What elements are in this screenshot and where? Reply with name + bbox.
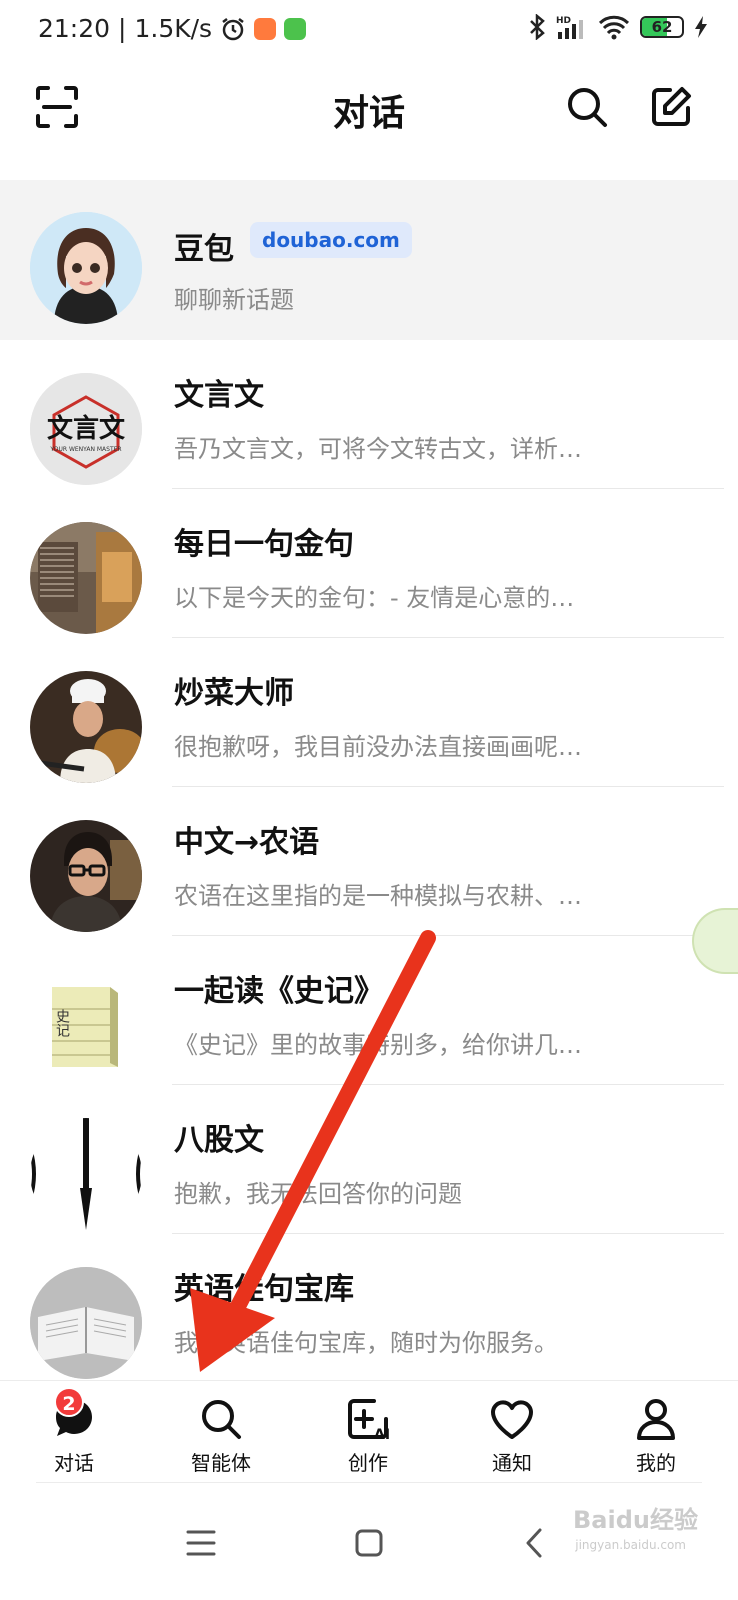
compose-icon[interactable] xyxy=(648,84,694,130)
chat-name: 英语佳句宝库 xyxy=(174,1272,354,1307)
status-right: HD 62 xyxy=(528,14,708,40)
status-separator: | xyxy=(118,14,127,43)
avatar xyxy=(30,1267,142,1379)
profile-icon xyxy=(637,1399,675,1440)
nav-label: 我的 xyxy=(636,1451,676,1475)
avatar: 史记 xyxy=(30,969,142,1081)
chat-preview: 聊聊新话题 xyxy=(174,286,294,314)
chat-preview: 吾乃文言文，可将今文转古文，详析… xyxy=(174,435,582,463)
back-icon[interactable] xyxy=(510,1518,560,1568)
create-ai-icon: AI xyxy=(348,1399,390,1443)
nav-item-me[interactable]: 我的 xyxy=(606,1395,706,1476)
charging-icon xyxy=(695,16,707,38)
nav-item-agents[interactable]: 智能体 xyxy=(171,1395,271,1476)
menu-icon[interactable] xyxy=(176,1518,226,1568)
nav-label: 创作 xyxy=(348,1451,388,1475)
wenyan-logo-text: 文言文 xyxy=(47,413,126,444)
shopping-app-icon xyxy=(254,17,277,40)
nav-item-create[interactable]: AI 创作 xyxy=(318,1395,418,1476)
status-time: 21:20 xyxy=(38,14,111,43)
chat-item-farm-lang[interactable]: 中文→农语 农语在这里指的是一种模拟与农耕、… xyxy=(0,787,738,936)
chat-item-wenyanwen[interactable]: 文言文 YOUR WENYAN MASTER 文言文 吾乃文言文，可将今文转古文… xyxy=(0,340,738,489)
page-title: 对话 xyxy=(332,93,405,134)
chat-preview: 农语在这里指的是一种模拟与农耕、… xyxy=(174,882,582,910)
chat-list: 豆包 doubao.com 聊聊新话题 文言文 YOUR WENYAN MAST… xyxy=(0,180,738,1383)
chat-item-daily-quote[interactable]: 每日一句金句 以下是今天的金句：- 友情是心意的… xyxy=(0,489,738,638)
avatar-girl-image xyxy=(30,212,142,324)
bluetooth-icon xyxy=(530,14,545,40)
chat-preview: 《史记》里的故事特别多，给你讲几… xyxy=(174,1031,582,1059)
library-scene-image xyxy=(30,522,142,634)
avatar xyxy=(30,1118,142,1230)
chat-name: 八股文 xyxy=(174,1123,264,1158)
avatar xyxy=(30,212,142,324)
chat-name: 每日一句金句 xyxy=(174,527,354,562)
system-nav-divider xyxy=(36,1482,702,1483)
chat-preview: 很抱歉呀，我目前没办法直接画画呢… xyxy=(174,733,582,761)
avatar: 文言文 YOUR WENYAN MASTER xyxy=(30,373,142,485)
alarm-icon xyxy=(222,17,244,40)
book-stack-image: 史记 xyxy=(30,969,142,1081)
nav-label: 对话 xyxy=(54,1451,94,1475)
wenyan-logo-subtext: YOUR WENYAN MASTER xyxy=(49,446,121,453)
search-icon xyxy=(202,1400,241,1439)
chat-preview: 抱歉，我无法回答你的问题 xyxy=(174,1180,462,1208)
battery-indicator: 62 xyxy=(640,16,684,38)
chat-name: 炒菜大师 xyxy=(174,676,294,711)
chat-item-baguwen[interactable]: 八股文 抱歉，我无法回答你的问题 xyxy=(0,1085,738,1234)
chef-image xyxy=(30,671,142,783)
chat-preview: 我是英语佳句宝库，随时为你服务。 xyxy=(174,1329,558,1357)
nav-label: 通知 xyxy=(492,1451,532,1475)
status-network-speed: 1.5K/s xyxy=(134,14,213,43)
domain-tag: doubao.com xyxy=(250,222,412,258)
nav-label: 智能体 xyxy=(191,1451,251,1475)
brush-pen-image xyxy=(30,1118,142,1230)
chat-name: 豆包 xyxy=(174,232,234,267)
wifi-icon xyxy=(598,15,630,40)
chat-name: 中文→农语 xyxy=(174,825,320,860)
chat-item-chef[interactable]: 炒菜大师 很抱歉呀，我目前没办法直接画画呢… xyxy=(0,638,738,787)
bottom-nav: 2 对话 智能体 AI 创作 通知 我的 xyxy=(0,1380,738,1482)
avatar xyxy=(30,522,142,634)
shiji-book-title: 史记 xyxy=(54,1009,70,1037)
wenyan-logo-image: 文言文 YOUR WENYAN MASTER xyxy=(30,373,142,485)
chat-item-shiji[interactable]: 史记 一起读《史记》 《史记》里的故事特别多，给你讲几… xyxy=(0,936,738,1085)
chat-preview: 以下是今天的金句：- 友情是心意的… xyxy=(174,584,575,612)
status-bar: 21:20 | 1.5K/s HD 62 xyxy=(0,0,738,64)
baidu-watermark-url: jingyan.baidu.com xyxy=(575,1538,686,1552)
svg-text:AI: AI xyxy=(374,1427,390,1443)
chat-item-english-quotes[interactable]: 英语佳句宝库 我是英语佳句宝库，随时为你服务。 xyxy=(0,1234,738,1383)
nav-item-chat[interactable]: 2 对话 xyxy=(24,1387,124,1476)
svg-text:HD: HD xyxy=(556,16,571,26)
man-glasses-image xyxy=(30,820,142,932)
search-icon[interactable] xyxy=(564,84,610,130)
cellular-signal-icon: HD xyxy=(556,16,583,39)
avatar xyxy=(30,671,142,783)
download-icon xyxy=(284,17,307,40)
header: 对话 xyxy=(0,70,738,150)
chat-name: 一起读《史记》 xyxy=(174,974,384,1009)
heart-icon xyxy=(491,1400,533,1439)
open-book-image xyxy=(30,1267,142,1379)
status-left: 21:20 | 1.5K/s xyxy=(38,14,307,43)
home-icon[interactable] xyxy=(344,1518,394,1568)
chat-item-doubao[interactable]: 豆包 doubao.com 聊聊新话题 xyxy=(0,180,738,340)
chat-name: 文言文 xyxy=(174,378,264,413)
baidu-watermark: Baidu经验 xyxy=(573,1506,698,1534)
nav-item-notify[interactable]: 通知 xyxy=(462,1395,562,1476)
battery-level: 62 xyxy=(651,18,673,36)
avatar xyxy=(30,820,142,932)
unread-badge: 2 xyxy=(54,1387,84,1417)
